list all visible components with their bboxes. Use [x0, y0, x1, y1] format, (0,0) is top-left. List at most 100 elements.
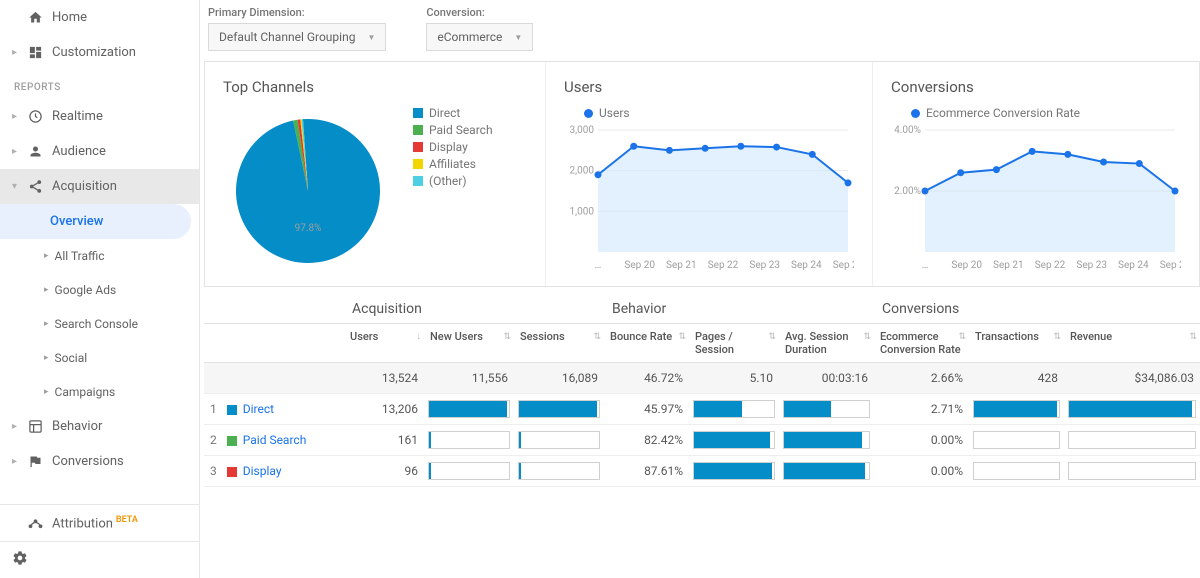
- nav-audience-label: Audience: [52, 144, 106, 159]
- col-header[interactable]: Avg. Session Duration⇅: [779, 324, 874, 363]
- users-legend[interactable]: Users: [584, 106, 854, 120]
- group-behavior: Behavior: [604, 291, 874, 323]
- col-header[interactable]: Users↓: [344, 324, 424, 363]
- nav-search-console[interactable]: ▸Search Console: [0, 307, 199, 341]
- row-label[interactable]: 2Paid Search: [204, 425, 344, 456]
- card-title: Users: [564, 78, 854, 96]
- col-header[interactable]: Pages / Session⇅: [689, 324, 779, 363]
- bar-indicator: [518, 400, 600, 418]
- bar-indicator: [1068, 400, 1196, 418]
- legend-swatch: [413, 125, 423, 135]
- expand-arrow-icon: ▸: [44, 319, 49, 329]
- nav-audience[interactable]: ▸ Audience: [0, 134, 199, 169]
- col-header[interactable]: Sessions⇅: [514, 324, 604, 363]
- bar-indicator: [428, 462, 510, 480]
- attribution-icon: [26, 515, 44, 530]
- conversions-line-chart[interactable]: 2.00%4.00%…Sep 20Sep 21Sep 22Sep 23Sep 2…: [891, 124, 1181, 274]
- svg-text:Sep 22: Sep 22: [1035, 260, 1066, 271]
- conversion-dropdown[interactable]: eCommerce ▼: [426, 23, 533, 51]
- customization-icon: [26, 45, 44, 60]
- bar-indicator: [428, 400, 510, 418]
- bar-indicator: [973, 462, 1060, 480]
- flag-icon: [26, 454, 44, 469]
- nav-conversions[interactable]: ▸ Conversions: [0, 444, 199, 479]
- bar-indicator: [518, 462, 600, 480]
- legend-swatch: [413, 176, 423, 186]
- bar-indicator: [1068, 462, 1196, 480]
- legend-item[interactable]: Display: [413, 140, 493, 154]
- settings-button[interactable]: [0, 541, 199, 578]
- expand-arrow-icon: ▸: [44, 353, 49, 363]
- svg-text:2.00%: 2.00%: [894, 186, 921, 197]
- nav-home[interactable]: Home: [0, 0, 199, 35]
- expand-arrow-icon: ▸: [44, 251, 49, 261]
- nav-overview[interactable]: Overview: [0, 204, 191, 239]
- nav-conversions-label: Conversions: [52, 454, 124, 469]
- col-header[interactable]: Transactions⇅: [969, 324, 1064, 363]
- nav-acquisition[interactable]: ▾ Acquisition: [0, 169, 199, 204]
- group-acquisition: Acquisition: [344, 291, 604, 323]
- legend-item[interactable]: (Other): [413, 174, 493, 188]
- card-top-channels: Top Channels 97.8% Direct Paid Search Disp…: [205, 62, 545, 286]
- dot-icon: [584, 109, 593, 118]
- nav-attribution[interactable]: AttributionBETA: [0, 505, 199, 541]
- svg-text:Sep 25: Sep 25: [1160, 260, 1181, 271]
- bar-indicator: [973, 431, 1060, 449]
- nav-behavior[interactable]: ▸ Behavior: [0, 409, 199, 444]
- nav-all-traffic[interactable]: ▸All Traffic: [0, 239, 199, 273]
- caret-down-icon: ▼: [514, 33, 522, 42]
- caret-down-icon: ▼: [367, 33, 375, 42]
- bar-indicator: [693, 462, 775, 480]
- nav-google-ads[interactable]: ▸Google Ads: [0, 273, 199, 307]
- nav-acquisition-label: Acquisition: [52, 179, 117, 194]
- users-line-chart[interactable]: 1,0002,0003,000…Sep 20Sep 21Sep 22Sep 23…: [564, 124, 854, 274]
- svg-text:3,000: 3,000: [570, 125, 595, 136]
- expand-arrow-icon: ▸: [44, 387, 49, 397]
- expand-arrow-icon: ▸: [12, 146, 20, 157]
- col-header[interactable]: Revenue⇅: [1064, 324, 1200, 363]
- person-icon: [26, 144, 44, 159]
- svg-text:Sep 20: Sep 20: [951, 260, 982, 271]
- col-header[interactable]: New Users⇅: [424, 324, 514, 363]
- row-label[interactable]: 1Direct: [204, 394, 344, 425]
- legend-item[interactable]: Direct: [413, 106, 493, 120]
- bar-indicator: [693, 400, 775, 418]
- legend-item[interactable]: Affiliates: [413, 157, 493, 171]
- dot-icon: [911, 109, 920, 118]
- nav-realtime[interactable]: ▸ Realtime: [0, 99, 199, 134]
- svg-text:Sep 21: Sep 21: [993, 260, 1024, 271]
- nav-social[interactable]: ▸Social: [0, 341, 199, 375]
- nav-customization[interactable]: ▸ Customization: [0, 35, 199, 70]
- reports-section-label: REPORTS: [0, 70, 199, 99]
- table-row: 2Paid Search16182.42%0.00%: [204, 425, 1200, 456]
- legend-swatch: [413, 159, 423, 169]
- nav-realtime-label: Realtime: [52, 109, 103, 124]
- expand-arrow-icon: ▸: [12, 111, 20, 122]
- svg-text:Sep 23: Sep 23: [749, 260, 780, 271]
- card-title: Conversions: [891, 78, 1181, 96]
- card-title: Top Channels: [223, 78, 527, 96]
- primary-dimension-dropdown[interactable]: Default Channel Grouping ▼: [208, 23, 386, 51]
- expand-arrow-icon: ▸: [44, 285, 49, 295]
- svg-text:Sep 22: Sep 22: [708, 260, 739, 271]
- row-label[interactable]: 3Display: [204, 456, 344, 487]
- bar-indicator: [783, 431, 870, 449]
- expand-arrow-icon: ▸: [12, 421, 20, 432]
- col-header[interactable]: Bounce Rate⇅: [604, 324, 689, 363]
- bar-indicator: [973, 400, 1060, 418]
- nav-attribution-label: AttributionBETA: [52, 515, 138, 531]
- conversion-label: Conversion:: [426, 6, 533, 19]
- nav-campaigns[interactable]: ▸Campaigns: [0, 375, 199, 409]
- col-header[interactable]: Ecommerce Conversion Rate⇅: [874, 324, 969, 363]
- pie-chart[interactable]: 97.8%: [223, 106, 393, 276]
- svg-text:Sep 20: Sep 20: [624, 260, 655, 271]
- table-row: 1Direct13,20645.97%2.71%: [204, 394, 1200, 425]
- svg-text:Sep 21: Sep 21: [666, 260, 697, 271]
- svg-text:…: …: [922, 260, 929, 271]
- bar-indicator: [693, 431, 775, 449]
- behavior-icon: [26, 419, 44, 434]
- svg-text:4.00%: 4.00%: [894, 125, 921, 136]
- table-row: 3Display9687.61%0.00%: [204, 456, 1200, 487]
- legend-item[interactable]: Paid Search: [413, 123, 493, 137]
- conversions-legend[interactable]: Ecommerce Conversion Rate: [911, 106, 1181, 120]
